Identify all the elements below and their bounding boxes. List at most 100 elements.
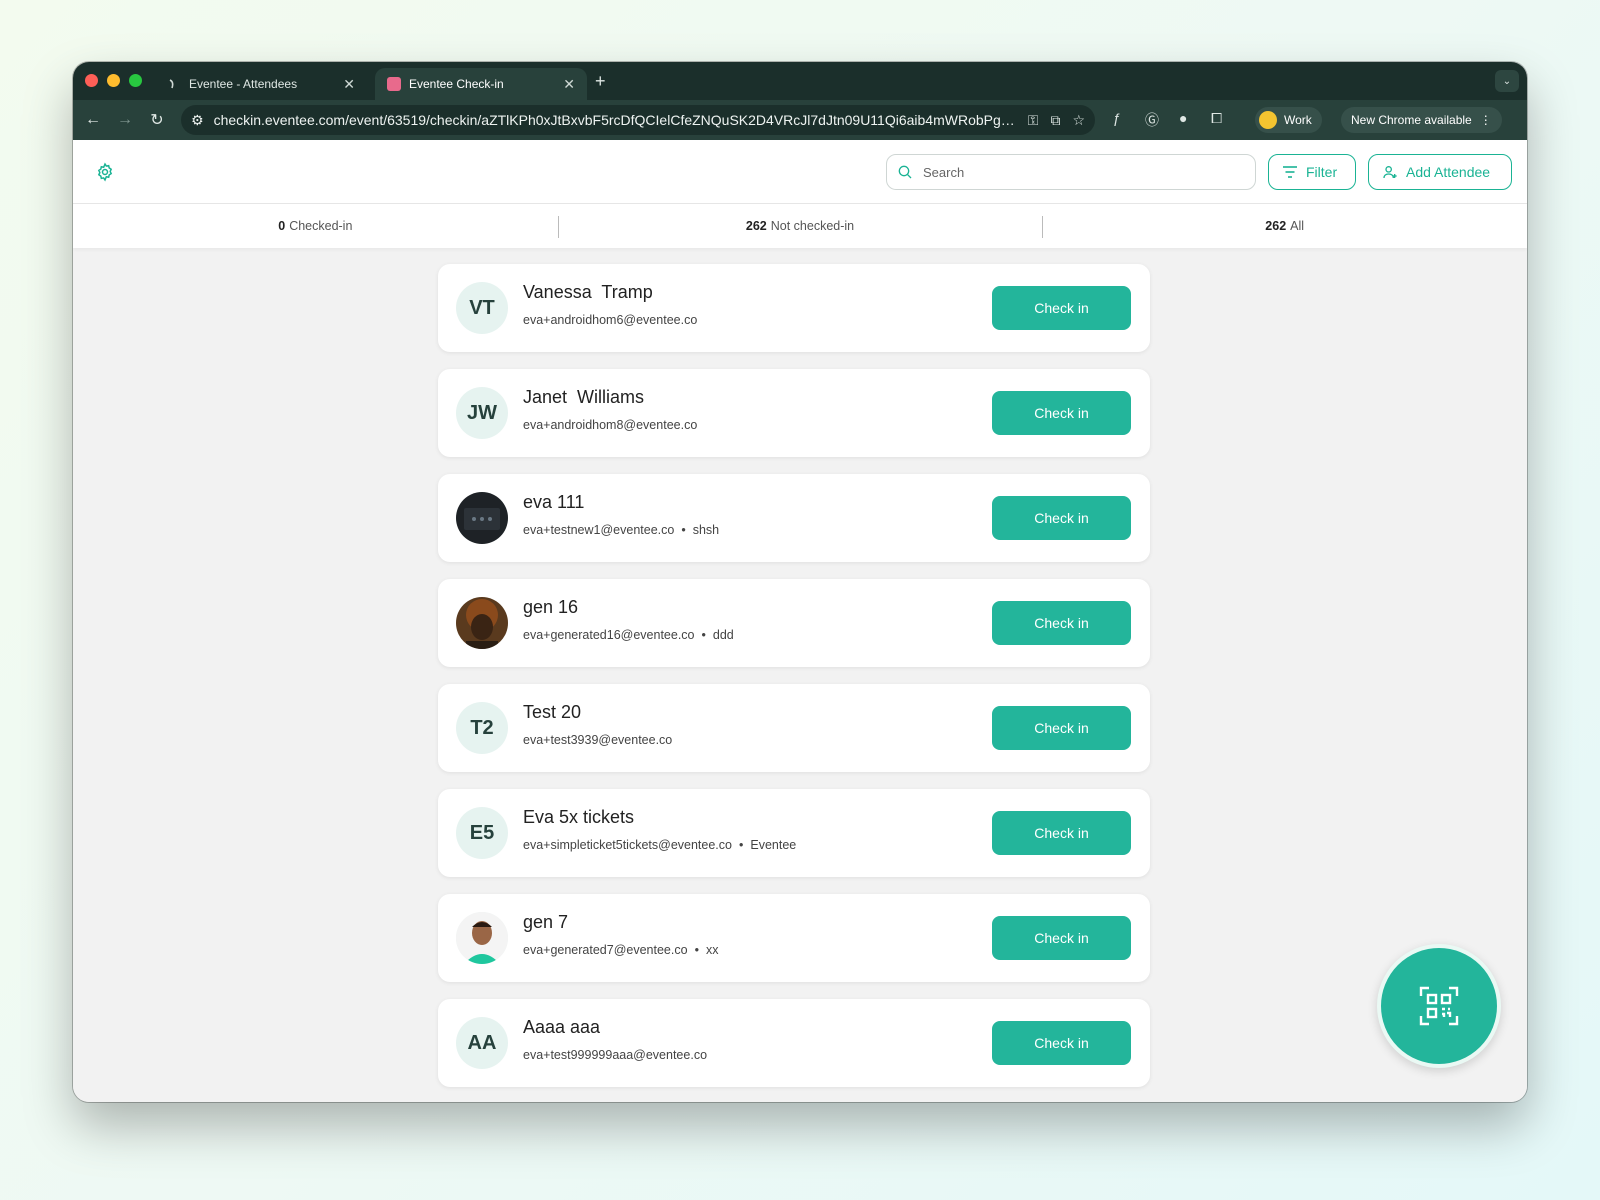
attendee-details: eva+generated16@eventee.co • ddd [523,628,734,642]
attendee-name: Janet Williams [523,387,645,407]
check-in-button[interactable]: Check in [992,601,1131,645]
filter-button[interactable]: Filter [1268,154,1356,190]
check-in-button[interactable]: Check in [992,496,1131,540]
attendee-details: eva+androidhom6@eventee.co [523,313,697,327]
bookmark-star-icon[interactable]: ☆ [1072,112,1085,129]
stat-not-checked-in[interactable]: 262 Not checked-in [557,216,1043,238]
attendee-email: eva+androidhom8@eventee.co [523,418,698,432]
attendee-info: Eva 5x tickets eva+simpleticket5tickets@e… [523,807,796,852]
checkin-page: Filter Add Attendee 0Checked-in 262Not c… [73,140,1527,1102]
attendee-card[interactable]: E5 Eva 5x tickets eva+simpleticket5tickets… [438,789,1150,877]
attendee-name: Vanessa Tramp [523,282,653,302]
attendee-email: eva+testnew1@eventee.co [523,523,675,537]
avatar: E5 [456,807,508,859]
close-tab-icon[interactable]: ✕ [343,76,355,93]
attendee-extra: ddd [712,628,734,642]
separator-dot: • [694,943,699,957]
attendee-email: eva+test3939@eventee.co [523,733,673,747]
attendee-details: eva+generated7@eventee.co • xx [523,943,718,957]
attendee-name: Test 20 [523,702,582,722]
stat-count: 262 [745,219,767,233]
attendee-card[interactable]: gen 16 eva+generated16@eventee.co • ddd Chec… [438,579,1150,667]
close-window-button[interactable] [85,74,98,87]
attendee-extra: shsh [692,523,720,537]
tab-eventee-attendees[interactable]: Eventee - Attendees ✕ [155,68,367,100]
stat-label: Not checked-in [770,219,855,233]
check-in-button[interactable]: Check in [992,916,1131,960]
install-app-icon[interactable]: ⧉ [1050,112,1060,129]
back-arrow-icon[interactable]: ← [77,111,109,129]
attendee-card[interactable]: gen 7 eva+generated7@eventee.co • xx Check i… [438,894,1150,982]
attendee-info: Vanessa Tramp eva+androidhom6@eventee.co [523,282,697,327]
check-in-button[interactable]: Check in [992,706,1131,750]
attendee-name: gen 16 [523,597,579,617]
search-box [886,154,1256,190]
formula-extension-icon[interactable]: ƒ [1113,110,1121,126]
maximize-window-button[interactable] [129,74,142,87]
attendee-info: eva 111 eva+testnew1@eventee.co • shsh [523,492,719,537]
avatar: JW [456,387,508,439]
checkin-stats-bar: 0 Checked-in 262 Not checked-in 262 All [73,204,1527,248]
close-tab-icon[interactable]: ✕ [563,76,575,93]
stat-all[interactable]: 262 All [1042,216,1527,238]
avatar-initials: VT [469,296,495,319]
site-settings-icon[interactable]: ⚙ [191,112,204,129]
browser-window: Eventee - Attendees ✕ Eventee Check-in ✕… [73,62,1527,1102]
more-menu-icon[interactable]: ⋮ [1480,113,1492,127]
attendee-info: gen 16 eva+generated16@eventee.co • ddd [523,597,734,642]
attendee-card[interactable]: T2 Test 20 eva+test3939@eventee.co Check in [438,684,1150,772]
avatar-initials: AA [467,1031,497,1054]
droplet-extension-icon[interactable]: ● [1179,110,1187,126]
avatar: VT [456,282,508,334]
check-in-button[interactable]: Check in [992,811,1131,855]
stat-label: Checked-in [289,219,353,233]
password-key-icon[interactable]: ⚿ [1028,112,1039,129]
profile-button[interactable]: Work [1255,107,1322,133]
filter-icon [1283,166,1297,178]
reload-icon[interactable]: ↻ [141,110,173,130]
attendee-card[interactable]: eva 111 eva+testnew1@eventee.co • shsh Check… [438,474,1150,562]
separator-dot: • [681,523,686,537]
search-input[interactable] [923,164,1223,180]
filter-label: Filter [1306,164,1338,180]
check-in-button[interactable]: Check in [992,391,1131,435]
update-label: New Chrome available [1351,113,1472,127]
attendee-card[interactable]: VT Vanessa Tramp eva+androidhom6@eventee.c… [438,264,1150,352]
attendee-list: VT Vanessa Tramp eva+androidhom6@eventee.c… [438,264,1150,1102]
address-bar[interactable]: ⚙ checkin.eventee.com/event/63519/checki… [181,105,1095,135]
attendee-card[interactable]: JW Janet Williams eva+androidhom8@eventee.… [438,369,1150,457]
tab-strip: Eventee - Attendees ✕ Eventee Check-in ✕… [73,62,1527,100]
settings-gear-icon[interactable] [95,162,115,182]
check-in-button[interactable]: Check in [992,286,1131,330]
separator-dot: • [701,628,706,642]
avatar: AA [456,1017,508,1069]
attendee-email: eva+androidhom6@eventee.co [523,313,698,327]
minimize-window-button[interactable] [107,74,120,87]
avatar-initials: T2 [470,716,494,739]
attendee-info: gen 7 eva+generated7@eventee.co • xx [523,912,718,957]
attendee-info: Aaaa aaa eva+test999999aaa@eventee.co [523,1017,707,1062]
forward-arrow-icon[interactable]: → [109,111,141,129]
qr-scan-button[interactable] [1377,944,1501,1068]
attendee-email: eva+test999999aaa@eventee.co [523,1048,708,1062]
attendee-email: eva+simpleticket5tickets@eventee.co [523,838,732,852]
avatar: T2 [456,702,508,754]
tab-eventee-checkin[interactable]: Eventee Check-in ✕ [375,68,587,100]
extensions-puzzle-icon[interactable]: ⧠ [1211,110,1222,127]
stat-checked-in[interactable]: 0 Checked-in [73,219,558,233]
url-text: checkin.eventee.com/event/63519/checkin/… [213,112,1016,128]
tab-search-chevron-icon[interactable]: ⌄ [1495,70,1519,92]
grammarly-extension-icon[interactable]: Ⓖ [1145,110,1159,130]
attendee-email: eva+generated7@eventee.co [523,943,688,957]
avatar [456,597,508,649]
attendee-email: eva+generated16@eventee.co [523,628,695,642]
attendee-details: eva+test3939@eventee.co [523,733,672,747]
avatar-initials: JW [467,401,497,424]
attendee-card[interactable]: AA Aaaa aaa eva+test999999aaa@eventee.co Ch… [438,999,1150,1087]
check-in-button[interactable]: Check in [992,1021,1131,1065]
avatar-initials: E5 [469,821,495,844]
new-tab-icon[interactable]: + [595,71,606,92]
chrome-update-button[interactable]: New Chrome available ⋮ [1341,107,1502,133]
add-attendee-button[interactable]: Add Attendee [1368,154,1512,190]
separator-dot: • [738,838,744,852]
